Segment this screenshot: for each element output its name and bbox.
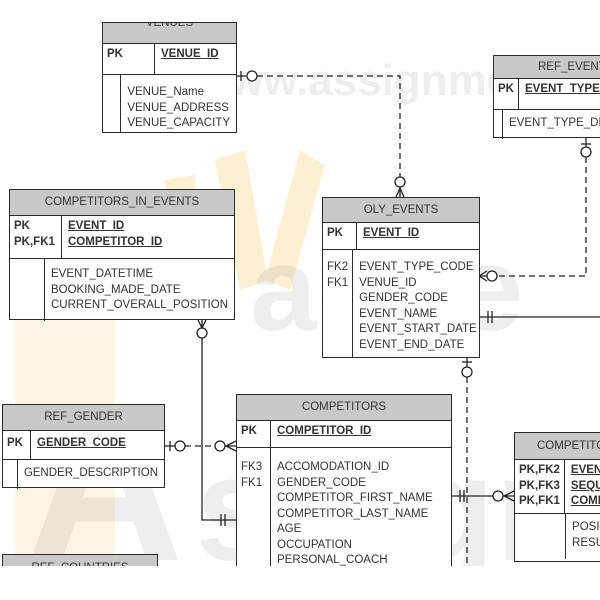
attribute-columns: EVENT_DATETIME BOOKING_MADE_DATE CURRENT… (50, 268, 228, 311)
bottom-cutoff (0, 566, 600, 600)
fk-labels (10, 259, 45, 321)
pk-label: PK (494, 79, 519, 109)
attribute-columns: EVENT_TYPE_CODE VENUE_ID GENDER_CODE EVE… (359, 261, 477, 351)
entity-header: COMPETITORS_IN_EVENTS (10, 190, 234, 216)
pk-label: PK,FK2 PK,FK3 PK,FK1 (515, 460, 565, 513)
attribute-columns: POSITION RESULT (572, 521, 600, 549)
fk-labels (515, 514, 567, 559)
fk-labels (3, 460, 18, 489)
rel-oly-events-results (480, 311, 600, 323)
attribute-columns: EVENT_TYPE_DESCRIPTION (509, 117, 600, 129)
pk-columns: GENDER_CODE (37, 437, 126, 449)
pk-columns: EVENT_ID COMPETITOR_ID (68, 220, 163, 248)
pk-columns: VENUE_ID (161, 48, 219, 60)
fk-labels (103, 75, 122, 133)
rel-oly-events-below (461, 358, 473, 566)
attribute-columns: ACCOMODATION_ID GENDER_CODE COMPETITOR_F… (277, 461, 433, 566)
pk-label: PK (3, 431, 31, 459)
rel-competitors-results (452, 490, 515, 502)
entity-header: REF_EVENT_TYPES (494, 56, 600, 79)
entity-ref-event-types[interactable]: REF_EVENT_TYPES PK EVENT_TYPE_CODE EVENT… (493, 55, 600, 139)
entity-header: COMPETITOR_RESULTS (515, 433, 600, 460)
entity-header: OLY_EVENTS (323, 198, 479, 223)
pk-label: PK (103, 44, 155, 74)
rel-venues-oly-events (236, 70, 406, 198)
pk-columns: EVENT_ID (363, 227, 420, 239)
fk-labels (494, 110, 503, 139)
pk-label: PK (237, 421, 271, 447)
entity-competitors-in-events[interactable]: COMPETITORS_IN_EVENTS PK PK,FK1 EVENT_ID… (9, 189, 235, 321)
pk-columns: COMPETITOR_ID (277, 425, 372, 437)
attribute-columns: VENUE_Name VENUE_ADDRESS VENUE_CAPACITY (127, 86, 230, 129)
entity-oly-events[interactable]: OLY_EVENTS PK EVENT_ID FK2 FK1 EVENT_TYP… (322, 197, 480, 358)
fk-labels: FK3 FK1 (237, 448, 271, 585)
pk-label: PK (323, 223, 357, 249)
pk-label: PK PK,FK1 (10, 216, 62, 258)
attribute-columns: GENDER_DESCRIPTION (23, 467, 158, 479)
pk-columns: EVENT_ID SEQUENCE_NUMBER COMPETITOR_ID (570, 464, 600, 507)
entity-venues[interactable]: VENUES PK VENUE_ID VENUE_Name VENUE_ADDR… (102, 22, 237, 133)
entity-header: COMPETITORS (237, 395, 451, 421)
rel-gender-competitors (165, 440, 237, 452)
pk-columns: EVENT_TYPE_CODE (524, 83, 600, 95)
entity-competitors[interactable]: COMPETITORS PK COMPETITOR_ID FK3 FK1 ACC… (236, 394, 452, 585)
rel-event-types-oly-events (477, 138, 592, 282)
fk-labels: FK2 FK1 (323, 250, 354, 358)
entity-ref-gender[interactable]: REF_GENDER PK GENDER_CODE GENDER_DESCRIP… (2, 404, 165, 489)
entity-header: REF_GENDER (3, 405, 164, 431)
entity-header: VENUES (103, 23, 236, 44)
rel-competitors-in-events (196, 319, 236, 526)
entity-competitor-results[interactable]: COMPETITOR_RESULTS PK,FK2 PK,FK3 PK,FK1 … (514, 432, 600, 562)
